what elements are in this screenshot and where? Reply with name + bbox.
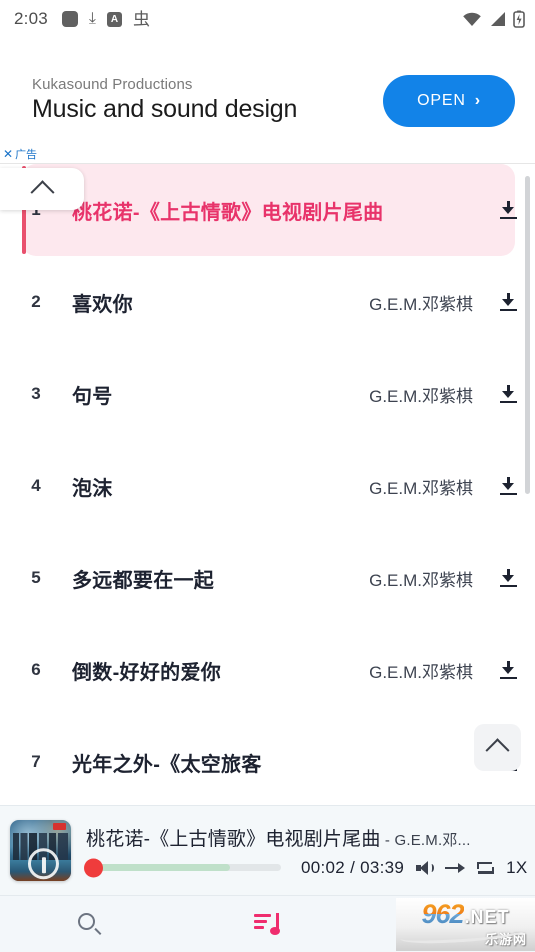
download-button[interactable] bbox=[495, 293, 521, 311]
song-title[interactable]: 光年之外-《太空旅客 bbox=[72, 748, 473, 777]
album-cover-art[interactable] bbox=[10, 820, 71, 881]
search-icon bbox=[78, 913, 102, 935]
cover-tag bbox=[53, 823, 66, 830]
playback-speed-label[interactable]: 1X bbox=[506, 858, 527, 878]
nav-item-playlist[interactable] bbox=[178, 896, 356, 952]
seek-thumb[interactable] bbox=[84, 858, 103, 877]
cover-ring-overlay bbox=[27, 847, 59, 879]
bottom-navigation: 962 .NET 乐游网 bbox=[0, 895, 535, 952]
download-button[interactable] bbox=[495, 477, 521, 495]
row-index: 4 bbox=[31, 476, 41, 495]
ad-text-block: Kukasound Productions Music and sound de… bbox=[32, 76, 383, 124]
now-playing-artist: - G.E.M.邓... bbox=[380, 831, 471, 849]
volume-icon[interactable] bbox=[416, 860, 435, 875]
table-row[interactable]: 3 句号 G.E.M.邓紫棋 bbox=[0, 348, 535, 440]
playlist-music-icon bbox=[254, 913, 281, 935]
download-button[interactable] bbox=[495, 661, 521, 679]
status-bar-notification-icons: ⤓ A 虫 bbox=[61, 9, 150, 29]
chevron-right-icon: › bbox=[474, 91, 481, 109]
table-row[interactable]: 4 泡沫 G.E.M.邓紫棋 bbox=[0, 440, 535, 532]
seek-bar[interactable] bbox=[84, 858, 281, 877]
download-button[interactable] bbox=[495, 385, 521, 403]
ad-open-label: OPEN bbox=[417, 91, 466, 109]
song-title[interactable]: 泡沫 bbox=[72, 472, 369, 501]
row-index: 6 bbox=[31, 660, 41, 679]
ad-badge-label: 广告 bbox=[15, 149, 38, 161]
song-list: 1 桃花诺-《上古情歌》电视剧片尾曲 2 喜欢你 G.E.M.邓紫棋 3 句号 … bbox=[0, 164, 535, 808]
song-title[interactable]: 句号 bbox=[72, 380, 369, 409]
song-artist: G.E.M.邓紫棋 bbox=[369, 294, 473, 314]
status-bar-clock: 2:03 bbox=[14, 9, 48, 28]
signal-icon bbox=[491, 12, 505, 26]
row-index: 2 bbox=[31, 292, 41, 311]
table-row[interactable]: 6 倒数-好好的爱你 G.E.M.邓紫棋 bbox=[0, 624, 535, 716]
repeat-icon[interactable] bbox=[477, 861, 495, 875]
watermark-number: 962 bbox=[421, 899, 464, 929]
song-artist: G.E.M.邓紫棋 bbox=[369, 478, 473, 498]
bug-icon: 虫 bbox=[132, 9, 150, 29]
status-bar: 2:03 ⤓ A 虫 bbox=[0, 0, 535, 38]
nav-item-search[interactable] bbox=[0, 896, 178, 952]
playback-time: 00:02 / 03:39 bbox=[301, 857, 405, 877]
next-arrow-icon[interactable] bbox=[445, 862, 466, 874]
song-artist: G.E.M.邓紫棋 bbox=[369, 570, 473, 590]
download-button[interactable] bbox=[495, 201, 521, 219]
row-index: 3 bbox=[31, 384, 41, 403]
collapse-panel-button[interactable] bbox=[0, 168, 84, 210]
table-row[interactable]: 5 多远都要在一起 G.E.M.邓紫棋 bbox=[0, 532, 535, 624]
ad-headline: Music and sound design bbox=[32, 95, 298, 124]
player-main: 桃花诺-《上古情歌》电视剧片尾曲 - G.E.M.邓... 00:02 / 03… bbox=[84, 824, 527, 878]
mini-player-bar: 桃花诺-《上古情歌》电视剧片尾曲 - G.E.M.邓... 00:02 / 03… bbox=[0, 805, 535, 895]
song-title[interactable]: 多远都要在一起 bbox=[72, 564, 369, 593]
song-artist: G.E.M.邓紫棋 bbox=[369, 386, 473, 406]
site-watermark: 962 .NET 乐游网 bbox=[396, 898, 535, 951]
scrollbar-thumb[interactable] bbox=[525, 176, 530, 494]
player-icon-group: 1X bbox=[416, 858, 527, 878]
now-playing-song: 桃花诺-《上古情歌》电视剧片尾曲 bbox=[86, 828, 381, 850]
ad-advertiser: Kukasound Productions bbox=[32, 76, 193, 94]
row-index: 7 bbox=[31, 752, 41, 771]
ad-banner[interactable]: Kukasound Productions Music and sound de… bbox=[0, 38, 535, 164]
download-icon bbox=[499, 569, 517, 587]
download-icon bbox=[499, 661, 517, 679]
song-list-area: 1 桃花诺-《上古情歌》电视剧片尾曲 2 喜欢你 G.E.M.邓紫棋 3 句号 … bbox=[0, 164, 535, 857]
song-artist: G.E.M.邓紫棋 bbox=[369, 662, 473, 682]
wifi-icon bbox=[463, 12, 481, 26]
song-title[interactable]: 倒数-好好的爱你 bbox=[72, 656, 369, 685]
chevron-up-icon bbox=[485, 738, 510, 763]
download-icon bbox=[499, 201, 517, 219]
scroll-to-top-button[interactable] bbox=[474, 724, 521, 771]
ad-badge[interactable]: ✕ 广告 bbox=[3, 146, 37, 162]
table-row[interactable]: 7 光年之外-《太空旅客 bbox=[0, 716, 535, 808]
table-row[interactable]: 2 喜欢你 G.E.M.邓紫棋 bbox=[0, 256, 535, 348]
download-button[interactable] bbox=[495, 569, 521, 587]
player-controls: 00:02 / 03:39 1X bbox=[84, 857, 527, 878]
status-bar-system-icons bbox=[462, 10, 525, 28]
a-box-icon: A bbox=[106, 11, 122, 27]
song-title[interactable]: 喜欢你 bbox=[72, 288, 369, 317]
chevron-up-icon bbox=[29, 179, 55, 204]
ad-open-button[interactable]: OPEN › bbox=[383, 74, 515, 127]
scrollbar-track[interactable] bbox=[525, 170, 533, 857]
battery-charging-icon bbox=[513, 10, 525, 28]
seek-buffered bbox=[86, 864, 231, 871]
download-icon bbox=[499, 385, 517, 403]
download-icon bbox=[499, 293, 517, 311]
app-square-icon bbox=[61, 11, 78, 27]
row-index: 5 bbox=[31, 568, 41, 587]
download-icon bbox=[499, 477, 517, 495]
download-icon: ⤓ bbox=[88, 10, 96, 27]
song-title[interactable]: 桃花诺-《上古情歌》电视剧片尾曲 bbox=[72, 196, 473, 225]
now-playing-title: 桃花诺-《上古情歌》电视剧片尾曲 - G.E.M.邓... bbox=[86, 824, 523, 851]
close-icon[interactable]: ✕ bbox=[3, 147, 13, 161]
